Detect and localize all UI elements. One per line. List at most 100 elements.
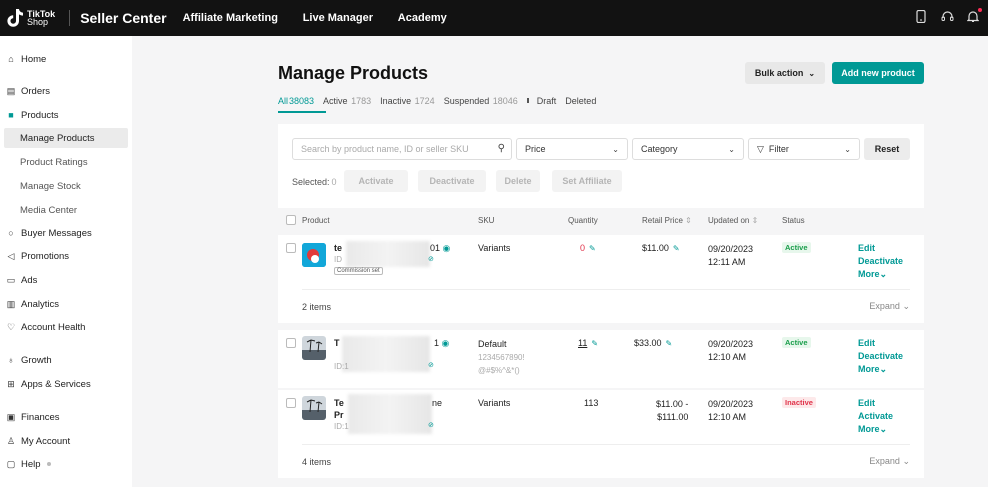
sidebar-item-promotions[interactable]: ◁ Promotions: [6, 246, 70, 266]
more-link[interactable]: More⌄: [858, 423, 893, 436]
chevron-down-icon: ⌄: [879, 364, 888, 374]
link-icon[interactable]: ⊘: [428, 361, 434, 369]
nav-academy[interactable]: Academy: [398, 12, 447, 24]
phone-icon[interactable]: [914, 9, 928, 24]
sidebar-item-finances[interactable]: ▣ Finances: [6, 407, 60, 427]
product-thumbnail[interactable]: [302, 336, 326, 360]
edit-link[interactable]: Edit: [858, 397, 893, 410]
activate-link[interactable]: Activate: [858, 410, 893, 423]
sidebar-item-products[interactable]: ■ Products: [6, 105, 59, 125]
set-affiliate-button[interactable]: Set Affiliate: [552, 170, 622, 192]
product-thumbnail[interactable]: [302, 396, 326, 420]
edit-icon[interactable]: ✎: [591, 339, 598, 348]
updated-cell: 09/20/2023 12:10 AM: [708, 338, 753, 364]
expand-button[interactable]: Expand ⌄: [869, 456, 910, 467]
items-count: 2 items: [302, 301, 332, 312]
sku-value: Default: [478, 339, 507, 349]
more-link[interactable]: More⌄: [858, 268, 903, 281]
nav-affiliate-marketing[interactable]: Affiliate Marketing: [183, 12, 278, 24]
deactivate-link[interactable]: Deactivate: [858, 255, 903, 268]
deactivate-button[interactable]: Deactivate: [418, 170, 486, 192]
product-name[interactable]: Te: [334, 398, 344, 408]
bell-icon[interactable]: [966, 8, 982, 24]
sidebar-item-account-health[interactable]: ♡ Account Health: [6, 317, 85, 337]
sidebar-item-orders[interactable]: ▤ Orders: [6, 81, 50, 101]
deactivate-link[interactable]: Deactivate: [858, 350, 903, 363]
sidebar-item-label: Orders: [21, 85, 51, 97]
sku-cell[interactable]: Default 1234567890! @#$%^&*(): [478, 338, 525, 377]
row-checkbox[interactable]: [286, 338, 296, 348]
product-name[interactable]: te: [334, 243, 342, 253]
add-new-product-button[interactable]: Add new product: [832, 62, 924, 84]
edit-link[interactable]: Edit: [858, 337, 903, 350]
price-max: $111.00: [657, 412, 689, 422]
header-retail-price[interactable]: Retail Price ⇕: [642, 216, 692, 225]
search-icon[interactable]: ⚲: [498, 143, 505, 154]
sku-cell[interactable]: Variants: [478, 398, 510, 408]
sidebar-item-media-center[interactable]: Media Center: [20, 200, 77, 220]
table-header: Product SKU Quantity Retail Price ⇕ Upda…: [278, 208, 924, 232]
more-link[interactable]: More⌄: [858, 363, 903, 376]
chevron-down-icon: ⌄: [612, 144, 619, 154]
sidebar-item-manage-stock[interactable]: Manage Stock: [20, 176, 81, 196]
sidebar-item-my-account[interactable]: ♙ My Account: [6, 431, 70, 451]
sidebar-item-manage-products[interactable]: Manage Products: [4, 128, 128, 148]
link-icon[interactable]: ⊘: [428, 255, 434, 263]
link-icon[interactable]: ⊘: [428, 421, 434, 429]
bulk-action-button[interactable]: Bulk action ⌄: [745, 62, 825, 84]
tab-draft[interactable]: Draft: [537, 96, 557, 106]
sku-cell[interactable]: Variants: [478, 243, 510, 253]
tiktok-shop-logo[interactable]: TikTok Shop: [6, 8, 55, 28]
edit-icon[interactable]: ✎: [589, 244, 596, 253]
price-min: $11.00 -: [656, 399, 689, 409]
eye-icon[interactable]: ◉: [443, 243, 451, 253]
tab-suspended[interactable]: Suspended 18046: [444, 96, 518, 106]
product-name-end: 1 ◉: [434, 338, 449, 349]
row-footer: 2 items Expand ⌄: [302, 289, 910, 323]
redacted-text: [348, 394, 432, 434]
price-select[interactable]: Price ⌄: [516, 138, 628, 160]
tab-all[interactable]: All38083: [278, 96, 314, 106]
product-name[interactable]: T: [334, 338, 340, 348]
sidebar-item-help[interactable]: ▢ Help: [6, 454, 51, 474]
tab-count: 18046: [492, 96, 518, 106]
status-badge: Inactive: [782, 397, 816, 408]
sidebar-item-ads[interactable]: ▭ Ads: [6, 270, 38, 290]
product-name-end-text: 1: [434, 338, 440, 348]
filter-select[interactable]: ▽ Filter ⌄: [748, 138, 860, 160]
category-select[interactable]: Category ⌄: [632, 138, 744, 160]
search-input[interactable]: Search by product name, ID or seller SKU…: [292, 138, 512, 160]
product-name-end: ne: [432, 398, 443, 408]
tab-inactive[interactable]: Inactive 1724: [380, 96, 435, 106]
row-checkbox[interactable]: [286, 398, 296, 408]
header-updated-on[interactable]: Updated on ⇕: [708, 216, 758, 225]
nav-live-manager[interactable]: Live Manager: [303, 12, 373, 24]
edit-icon[interactable]: ✎: [666, 339, 673, 348]
quantity-value: 11: [578, 338, 588, 348]
expand-button[interactable]: Expand ⌄: [869, 301, 910, 312]
wallet-icon: ▣: [6, 411, 16, 422]
sidebar-item-analytics[interactable]: ▥ Analytics: [6, 294, 59, 314]
headset-icon[interactable]: [940, 10, 954, 24]
activate-button[interactable]: Activate: [344, 170, 408, 192]
sidebar-item-buyer-messages[interactable]: ○ Buyer Messages: [6, 223, 91, 243]
product-id: ID: [334, 255, 342, 264]
tab-active[interactable]: Active 1783: [323, 96, 371, 106]
select-all-checkbox[interactable]: [286, 215, 296, 225]
orders-icon: ▤: [6, 85, 16, 96]
sidebar-item-label: Products: [21, 109, 59, 121]
edit-icon[interactable]: ✎: [673, 244, 680, 253]
row-checkbox[interactable]: [286, 243, 296, 253]
product-thumbnail[interactable]: [302, 243, 326, 267]
reset-button[interactable]: Reset: [864, 138, 910, 160]
seller-center-title[interactable]: Seller Center: [80, 10, 166, 26]
sidebar-item-growth[interactable]: ♁ Growth: [6, 350, 52, 370]
sidebar-item-home[interactable]: ⌂ Home: [6, 49, 46, 69]
delete-button[interactable]: Delete: [496, 170, 540, 192]
sidebar-item-product-ratings[interactable]: Product Ratings: [20, 152, 88, 172]
eye-icon[interactable]: ◉: [442, 338, 450, 348]
edit-link[interactable]: Edit: [858, 242, 903, 255]
sidebar-item-apps-services[interactable]: ⊞ Apps & Services: [6, 374, 90, 394]
updated-cell: 09/20/2023 12:11 AM: [708, 243, 753, 269]
tab-deleted[interactable]: Deleted: [565, 96, 596, 106]
